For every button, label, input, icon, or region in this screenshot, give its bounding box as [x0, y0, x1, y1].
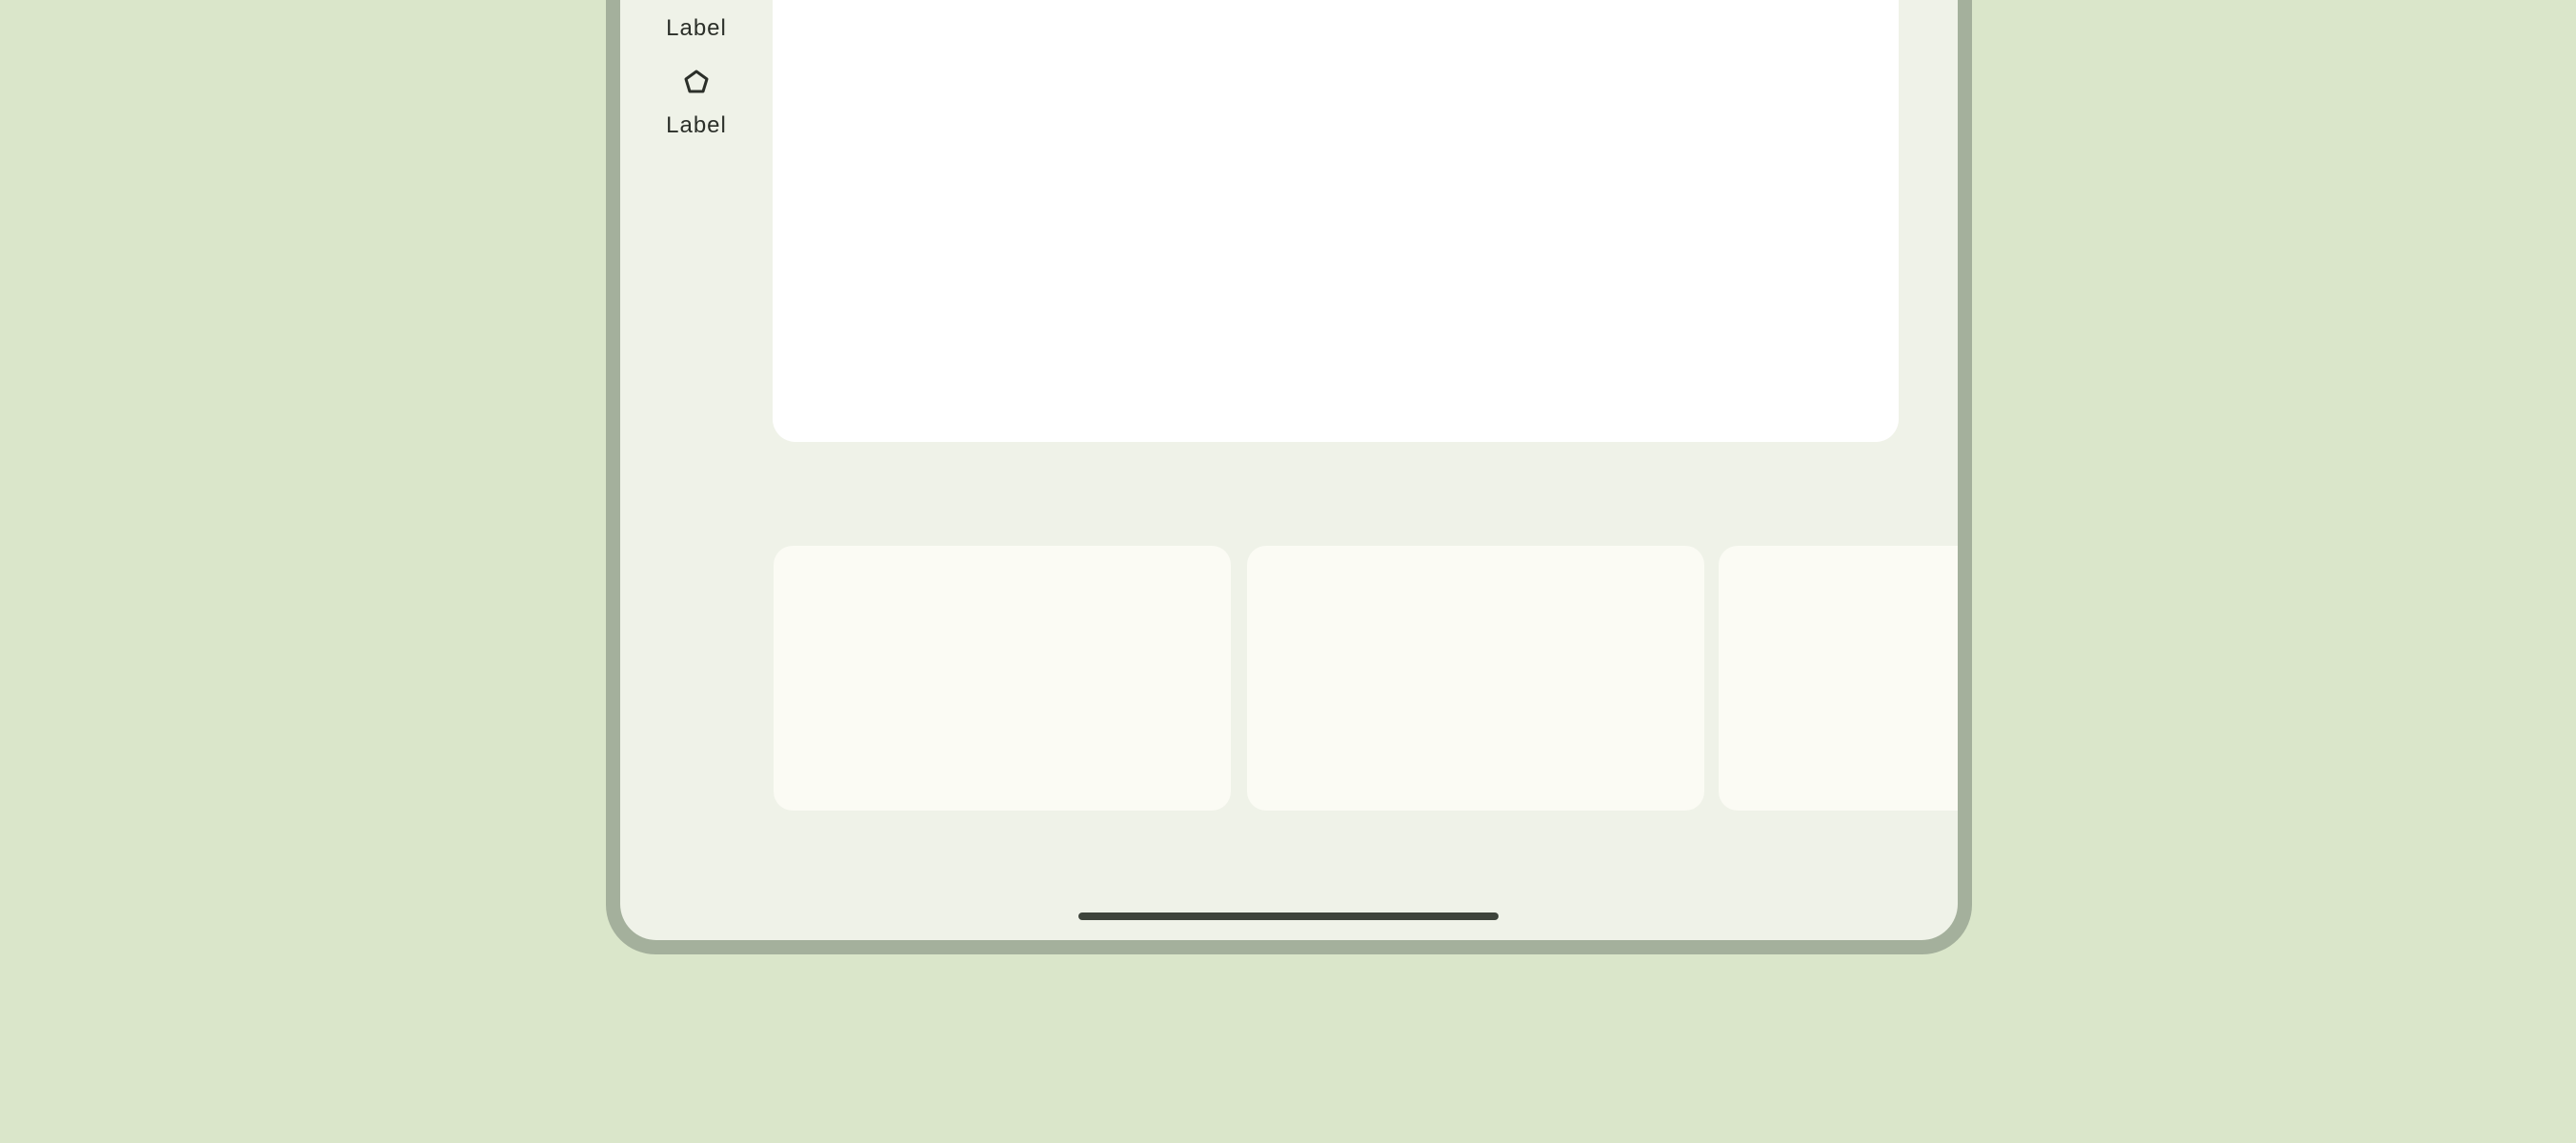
content-card-1[interactable]	[774, 546, 1231, 811]
content-card-2[interactable]	[1247, 546, 1704, 811]
main-content-card	[773, 0, 1899, 442]
gesture-handle[interactable]	[1078, 912, 1499, 920]
nav-rail-item-label: Label	[666, 112, 727, 138]
nav-rail-item-1[interactable]: Label	[620, 6, 773, 63]
app-screen: Label Label	[620, 0, 1958, 940]
pentagon-icon	[681, 67, 712, 97]
navigation-rail: Label Label	[620, 0, 773, 940]
nav-rail-item-label: Label	[666, 15, 727, 41]
nav-rail-item-2[interactable]: Label	[620, 67, 773, 181]
content-card-3[interactable]	[1719, 546, 1958, 811]
